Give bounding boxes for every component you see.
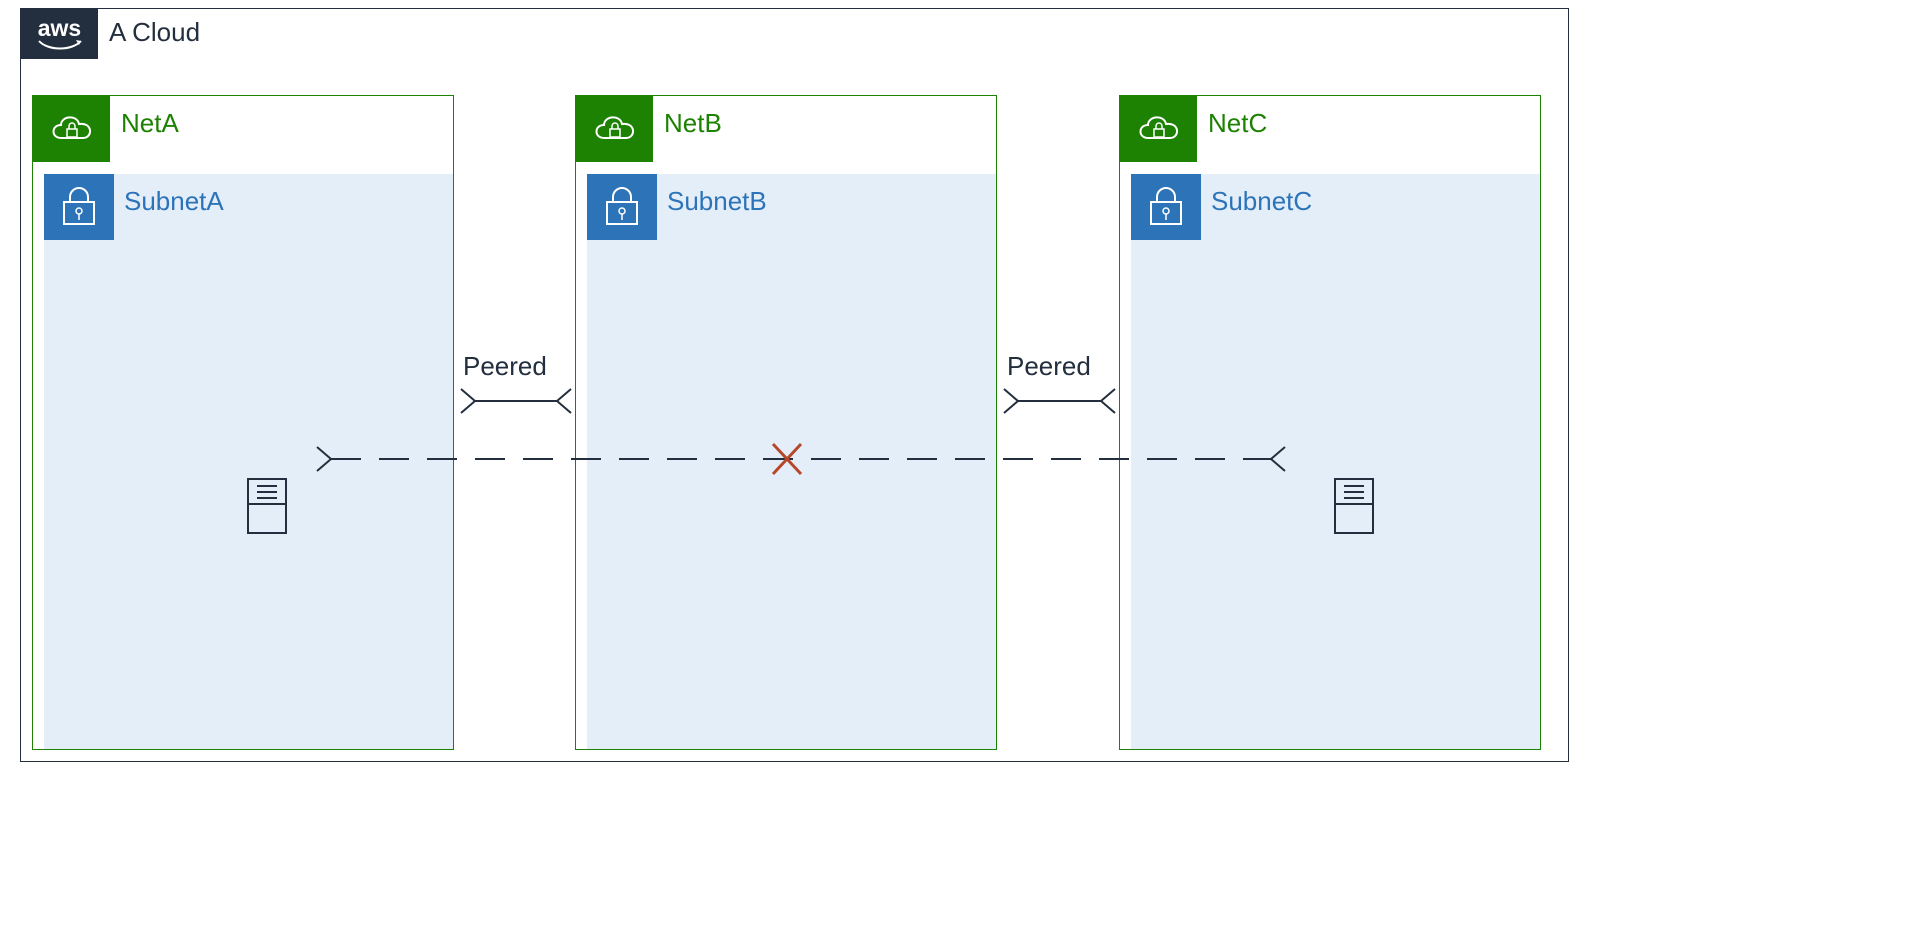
cloud-lock-icon xyxy=(592,112,638,146)
subnet-c: SubnetC xyxy=(1131,174,1540,749)
vpc-net-c: NetC SubnetC xyxy=(1119,95,1541,750)
ec2-instance-icon xyxy=(247,478,287,534)
lock-icon xyxy=(604,187,640,227)
subnet-title: SubnetC xyxy=(1211,186,1312,217)
peering-label-ab: Peered xyxy=(463,351,547,382)
vpc-icon xyxy=(33,96,110,162)
peering-arrow-bc xyxy=(1004,389,1115,413)
vpc-icon xyxy=(576,96,653,162)
subnet-a: SubnetA xyxy=(44,174,453,749)
lock-icon xyxy=(1148,187,1184,227)
subnet-title: SubnetB xyxy=(667,186,767,217)
subnet-b: SubnetB xyxy=(587,174,996,749)
cloud-frame: aws A Cloud NetA Subne xyxy=(20,8,1569,762)
cloud-lock-icon xyxy=(49,112,95,146)
peering-label-bc: Peered xyxy=(1007,351,1091,382)
vpc-title: NetA xyxy=(121,108,179,139)
vpc-icon xyxy=(1120,96,1197,162)
cloud-lock-icon xyxy=(1136,112,1182,146)
vpc-title: NetC xyxy=(1208,108,1267,139)
vpc-net-a: NetA SubnetA xyxy=(32,95,454,750)
subnet-icon xyxy=(44,174,114,240)
aws-logo-badge: aws xyxy=(21,9,98,59)
cloud-title: A Cloud xyxy=(109,17,200,48)
subnet-icon xyxy=(1131,174,1201,240)
aws-logo-text: aws xyxy=(38,17,81,40)
vpc-net-b: NetB SubnetB xyxy=(575,95,997,750)
lock-icon xyxy=(61,187,97,227)
peering-arrow-ab xyxy=(461,389,571,413)
ec2-instance-icon xyxy=(1334,478,1374,534)
subnet-icon xyxy=(587,174,657,240)
aws-smile-icon xyxy=(38,40,82,52)
vpc-title: NetB xyxy=(664,108,722,139)
subnet-title: SubnetA xyxy=(124,186,224,217)
